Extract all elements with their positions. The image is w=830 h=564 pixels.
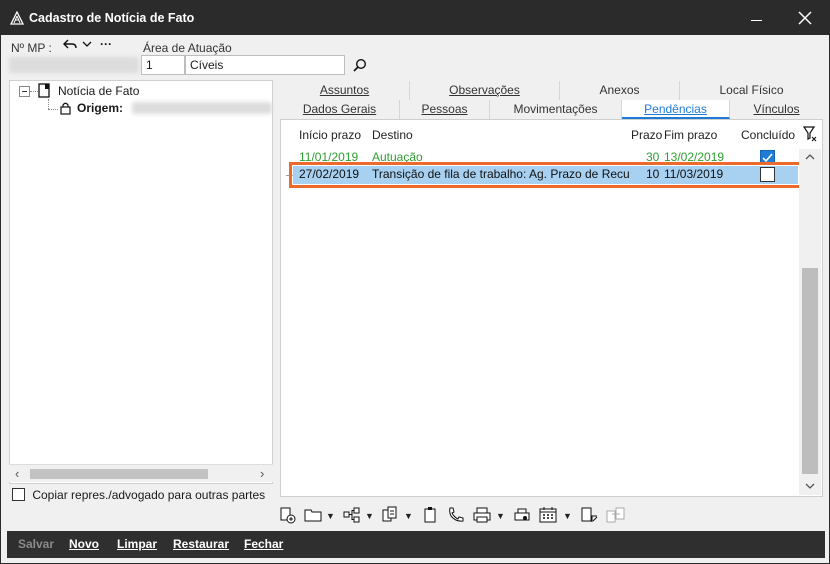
link-documents-icon <box>606 506 625 524</box>
lock-icon <box>60 101 71 118</box>
concluido-checkbox-unchecked[interactable] <box>760 167 775 182</box>
more-options-icon[interactable]: ··· <box>100 37 112 51</box>
main-window: Cadastro de Notícia de Fato Nº MP : ··· … <box>0 0 830 564</box>
pendencias-grid: Início prazo Destino Prazo Fim prazo Con… <box>280 119 823 497</box>
printer-icon[interactable] <box>473 506 491 524</box>
tree-panel: Notícia de Fato Origem: <box>9 80 273 484</box>
hierarchy-icon[interactable] <box>343 506 361 524</box>
area-label: Área de Atuação <box>143 41 232 55</box>
calendar-icon[interactable] <box>539 506 557 524</box>
scroll-down-icon[interactable] <box>805 479 815 493</box>
tree-node-origem[interactable]: Origem: <box>77 101 123 115</box>
document-edit-icon[interactable] <box>581 506 599 524</box>
tab-anexos[interactable]: Anexos <box>560 81 680 100</box>
tab-pessoas[interactable]: Pessoas <box>400 100 490 119</box>
tab-dados-gerais[interactable]: Dados Gerais <box>280 100 400 119</box>
tab-pendencias[interactable]: Pendências <box>622 100 730 119</box>
chevron-down-icon[interactable]: ▼ <box>326 511 335 521</box>
mp-label: Nº MP : <box>11 41 52 55</box>
clipboard-icon[interactable] <box>422 506 440 524</box>
copy-checkbox[interactable] <box>12 488 25 502</box>
window-title: Cadastro de Notícia de Fato <box>29 11 195 25</box>
add-document-icon[interactable] <box>279 506 297 524</box>
chevron-down-icon[interactable]: ▼ <box>496 511 505 521</box>
filter-icon[interactable] <box>802 126 817 145</box>
area-code-input[interactable]: 1 <box>141 55 185 75</box>
chevron-down-icon[interactable]: ▼ <box>365 511 374 521</box>
undo-icon[interactable] <box>63 38 77 53</box>
tab-observacoes[interactable]: Observações <box>410 81 560 100</box>
tab-assuntos[interactable]: Assuntos <box>280 81 410 100</box>
restore-button[interactable]: Restaurar <box>173 537 229 551</box>
table-row[interactable]: 11/01/2019 Autuação 30 13/02/2019 <box>293 149 798 167</box>
command-bar: Salvar Novo Limpar Restaurar Fechar <box>7 531 825 558</box>
grid-vertical-scrollbar[interactable] <box>799 149 821 495</box>
tree-line <box>30 91 38 92</box>
scroll-right-icon[interactable]: › <box>260 466 264 481</box>
scroll-up-icon[interactable] <box>805 150 815 164</box>
close-form-button[interactable]: Fechar <box>244 537 283 551</box>
copy-documents-icon[interactable] <box>382 506 400 524</box>
close-button[interactable] <box>789 3 821 33</box>
origem-value <box>132 102 272 114</box>
phone-icon[interactable] <box>447 506 465 524</box>
tabs-row-1: Assuntos Observações Anexos Local Físico <box>280 81 823 100</box>
copy-representative-option[interactable]: Copiar repres./advogado para outras part… <box>12 487 265 502</box>
app-logo-icon <box>9 10 25 28</box>
save-button[interactable]: Salvar <box>18 537 54 551</box>
column-header-destino[interactable]: Destino <box>372 128 413 142</box>
collapse-icon[interactable] <box>19 86 30 100</box>
mp-number-field[interactable] <box>9 57 139 73</box>
column-header-concluido[interactable]: Concluído <box>741 128 795 142</box>
column-header-inicio[interactable]: Início prazo <box>299 128 361 142</box>
table-row-selected[interactable]: 27/02/2019 Transição de fila de trabalho… <box>289 162 802 188</box>
scroll-left-icon[interactable]: ‹ <box>15 466 19 481</box>
folder-icon[interactable] <box>304 506 322 524</box>
chevron-down-icon[interactable] <box>82 38 92 52</box>
clear-button[interactable]: Limpar <box>117 537 157 551</box>
copy-checkbox-label: Copiar repres./advogado para outras part… <box>32 487 266 502</box>
close-icon <box>798 11 812 25</box>
new-button[interactable]: Novo <box>69 537 99 551</box>
tabs-row-2: Dados Gerais Pessoas Movimentações Pendê… <box>280 100 823 119</box>
chevron-down-icon[interactable]: ▼ <box>563 511 572 521</box>
minimize-button[interactable] <box>741 3 773 33</box>
tree-line <box>48 109 58 110</box>
tab-vinculos[interactable]: Vínculos <box>730 100 823 119</box>
scroll-thumb[interactable] <box>802 268 818 474</box>
tree-line <box>48 99 49 109</box>
concluido-checkbox-checked[interactable] <box>760 150 775 165</box>
tab-movimentacoes[interactable]: Movimentações <box>490 100 622 119</box>
title-bar: Cadastro de Notícia de Fato <box>1 1 829 35</box>
search-icon[interactable] <box>353 58 367 75</box>
column-header-prazo[interactable]: Prazo <box>631 128 662 142</box>
chevron-down-icon[interactable]: ▼ <box>404 511 413 521</box>
scroll-thumb[interactable] <box>30 469 208 479</box>
print-preview-icon[interactable] <box>513 506 531 524</box>
tree-node-noticia[interactable]: Notícia de Fato <box>58 84 139 98</box>
column-header-fim[interactable]: Fim prazo <box>664 128 717 142</box>
tab-local-fisico[interactable]: Local Físico <box>680 81 823 100</box>
area-name-input[interactable]: Cíveis <box>185 55 345 75</box>
tree-horizontal-scrollbar[interactable]: ‹ › <box>9 464 273 482</box>
